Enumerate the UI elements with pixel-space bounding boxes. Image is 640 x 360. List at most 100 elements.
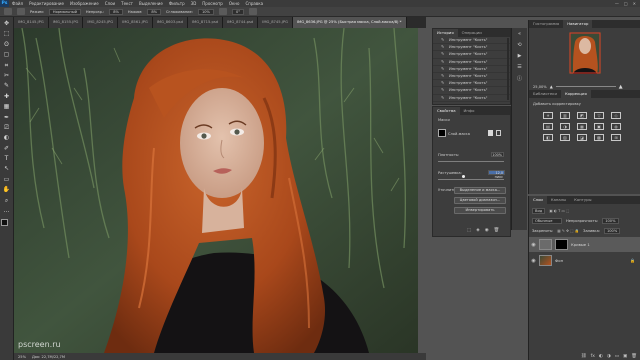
tab-layers[interactable]: Слои: [529, 196, 547, 204]
selective-color-icon[interactable]: ⊞: [611, 134, 621, 141]
shape-tool-icon[interactable]: ▭: [2, 176, 11, 183]
history-item[interactable]: ✎ Инструмент "Кисть": [433, 95, 510, 102]
opacity-input[interactable]: 8%: [109, 8, 123, 15]
path-select-tool-icon[interactable]: ↖: [2, 165, 11, 172]
eyedropper-tool-icon[interactable]: ✎: [2, 82, 11, 89]
quick-select-tool-icon[interactable]: ▢: [2, 51, 11, 58]
menu-filter[interactable]: Фильтр: [166, 1, 188, 6]
gradient-map-icon[interactable]: ▩: [594, 134, 604, 141]
threshold-icon[interactable]: ◪: [577, 134, 587, 141]
properties-panel-icon[interactable]: ☰: [517, 64, 521, 70]
tab-actions[interactable]: Операции: [458, 29, 486, 37]
navigator-thumbnail[interactable]: [569, 32, 601, 74]
menu-type[interactable]: Текст: [118, 1, 136, 6]
toggle-mask-icon[interactable]: ◉: [485, 228, 489, 233]
document-tab[interactable]: IMG_8603.psd: [152, 17, 188, 28]
mode-select[interactable]: Нормальный: [48, 8, 81, 15]
symmetry-icon[interactable]: [249, 8, 258, 15]
slice-tool-icon[interactable]: ✂: [2, 72, 11, 79]
eye-icon[interactable]: ◉: [531, 258, 536, 264]
new-adjustment-icon[interactable]: ◑: [607, 354, 611, 359]
tab-adjustments[interactable]: Коррекция: [560, 90, 591, 98]
add-mask-icon[interactable]: ◐: [599, 354, 603, 359]
menu-edit[interactable]: Редактирование: [26, 1, 67, 6]
feather-slider-handle[interactable]: [462, 175, 465, 178]
maximize-icon[interactable]: □: [624, 1, 628, 6]
history-scrollbar[interactable]: [507, 38, 509, 100]
move-tool-icon[interactable]: ✥: [2, 20, 11, 27]
hue-saturation-icon[interactable]: ▤: [543, 123, 553, 130]
brightness-icon[interactable]: ☀: [543, 112, 553, 119]
layer-style-icon[interactable]: fx: [591, 354, 595, 359]
load-selection-icon[interactable]: ⬚: [467, 228, 471, 233]
link-layers-icon[interactable]: ⛓: [581, 354, 587, 359]
info-panel-icon[interactable]: ⓘ: [517, 75, 522, 82]
smoothing-input[interactable]: 10%: [197, 8, 214, 15]
menu-window[interactable]: Окно: [226, 1, 243, 6]
color-balance-icon[interactable]: ◑: [560, 123, 570, 130]
document-tab[interactable]: IMG_8744.psd: [223, 17, 259, 28]
pixel-mask-icon[interactable]: [488, 130, 493, 136]
photo-filter-icon[interactable]: ▣: [594, 123, 604, 130]
gradient-tool-icon[interactable]: ◐: [2, 134, 11, 141]
more-tools-icon[interactable]: …: [2, 207, 11, 214]
exposure-icon[interactable]: ▽: [594, 112, 604, 119]
lock-icons[interactable]: ▦ ✎ ✥ ⬚ 🔒: [557, 229, 579, 233]
trash-icon[interactable]: 🗑: [631, 354, 637, 359]
layers-filter-select[interactable]: Вид: [532, 208, 546, 214]
brush-size-icon[interactable]: [17, 8, 25, 15]
document-tab[interactable]: IMG_8561.JPG: [118, 17, 153, 28]
actions-panel-icon[interactable]: ▶: [518, 53, 522, 59]
menu-3d[interactable]: 3D: [188, 1, 200, 6]
layer-mask-thumbnail[interactable]: [555, 239, 568, 250]
channel-mixer-icon[interactable]: ◍: [611, 123, 621, 130]
posterize-icon[interactable]: ▨: [560, 134, 570, 141]
tab-histogram[interactable]: Гистограмма: [529, 20, 563, 28]
vibrance-icon[interactable]: ◇: [611, 112, 621, 119]
status-zoom[interactable]: 25%: [18, 355, 26, 359]
crop-tool-icon[interactable]: ⌗: [2, 62, 11, 69]
collapse-panels-icon[interactable]: «: [518, 31, 521, 37]
blend-mode-select[interactable]: Обычные: [532, 218, 562, 224]
apply-mask-icon[interactable]: ◈: [476, 228, 479, 233]
history-item[interactable]: ✎ Инструмент "Кисть": [433, 37, 510, 45]
menu-layers[interactable]: Слои: [102, 1, 118, 6]
document-canvas[interactable]: pscreen.ru: [14, 28, 418, 353]
close-icon[interactable]: ✕: [633, 1, 636, 6]
invert-icon[interactable]: ◧: [543, 134, 553, 141]
fill-input[interactable]: 100%: [603, 228, 621, 234]
healing-tool-icon[interactable]: ✚: [2, 93, 11, 100]
brush-tool-preset-icon[interactable]: [4, 8, 12, 15]
color-range-button[interactable]: Цветовой диапазон...: [454, 197, 506, 204]
marquee-tool-icon[interactable]: ⬚: [2, 30, 11, 37]
document-tab[interactable]: IMG_8245.JPG: [83, 17, 119, 28]
hand-tool-icon[interactable]: ✋: [2, 186, 11, 193]
eraser-tool-icon[interactable]: ⎚: [2, 124, 11, 131]
document-tab[interactable]: IMG_8745.JPG: [258, 17, 293, 28]
tab-navigator[interactable]: Навигатор: [563, 20, 593, 28]
levels-icon[interactable]: ▥: [560, 112, 570, 119]
layer-row-curves[interactable]: ◉ Кривые 1: [529, 237, 640, 252]
density-input[interactable]: 100%: [491, 152, 504, 157]
foreground-color-swatch[interactable]: [1, 219, 8, 227]
black-white-icon[interactable]: ▦: [577, 123, 587, 130]
tab-channels[interactable]: Каналы: [547, 196, 570, 204]
select-and-mask-button[interactable]: Выделение и маска...: [454, 187, 506, 194]
tab-history[interactable]: История: [433, 29, 458, 37]
gear-icon[interactable]: [218, 8, 227, 15]
document-tab[interactable]: IMG_8145.JPG: [14, 17, 49, 28]
history-item[interactable]: ✎ Инструмент "Кисть": [433, 51, 510, 59]
menu-image[interactable]: Изображение: [67, 1, 102, 6]
zoom-tool-icon[interactable]: ⌕: [2, 197, 11, 204]
feather-slider[interactable]: [438, 179, 504, 180]
document-tab-active[interactable]: IMG_8636.JPG @ 25% (Быстрая маска, Слой-…: [292, 17, 407, 28]
lasso-tool-icon[interactable]: ʘ: [2, 41, 11, 48]
density-slider[interactable]: [438, 161, 504, 162]
menu-help[interactable]: Справка: [242, 1, 266, 6]
tab-properties[interactable]: Свойства: [433, 107, 460, 115]
stamp-tool-icon[interactable]: ✒: [2, 114, 11, 121]
vector-mask-icon[interactable]: [496, 130, 501, 136]
eye-icon[interactable]: ◉: [531, 242, 536, 248]
history-item[interactable]: ✎ Инструмент "Кисть": [433, 73, 510, 81]
tab-paths[interactable]: Контуры: [570, 196, 595, 204]
